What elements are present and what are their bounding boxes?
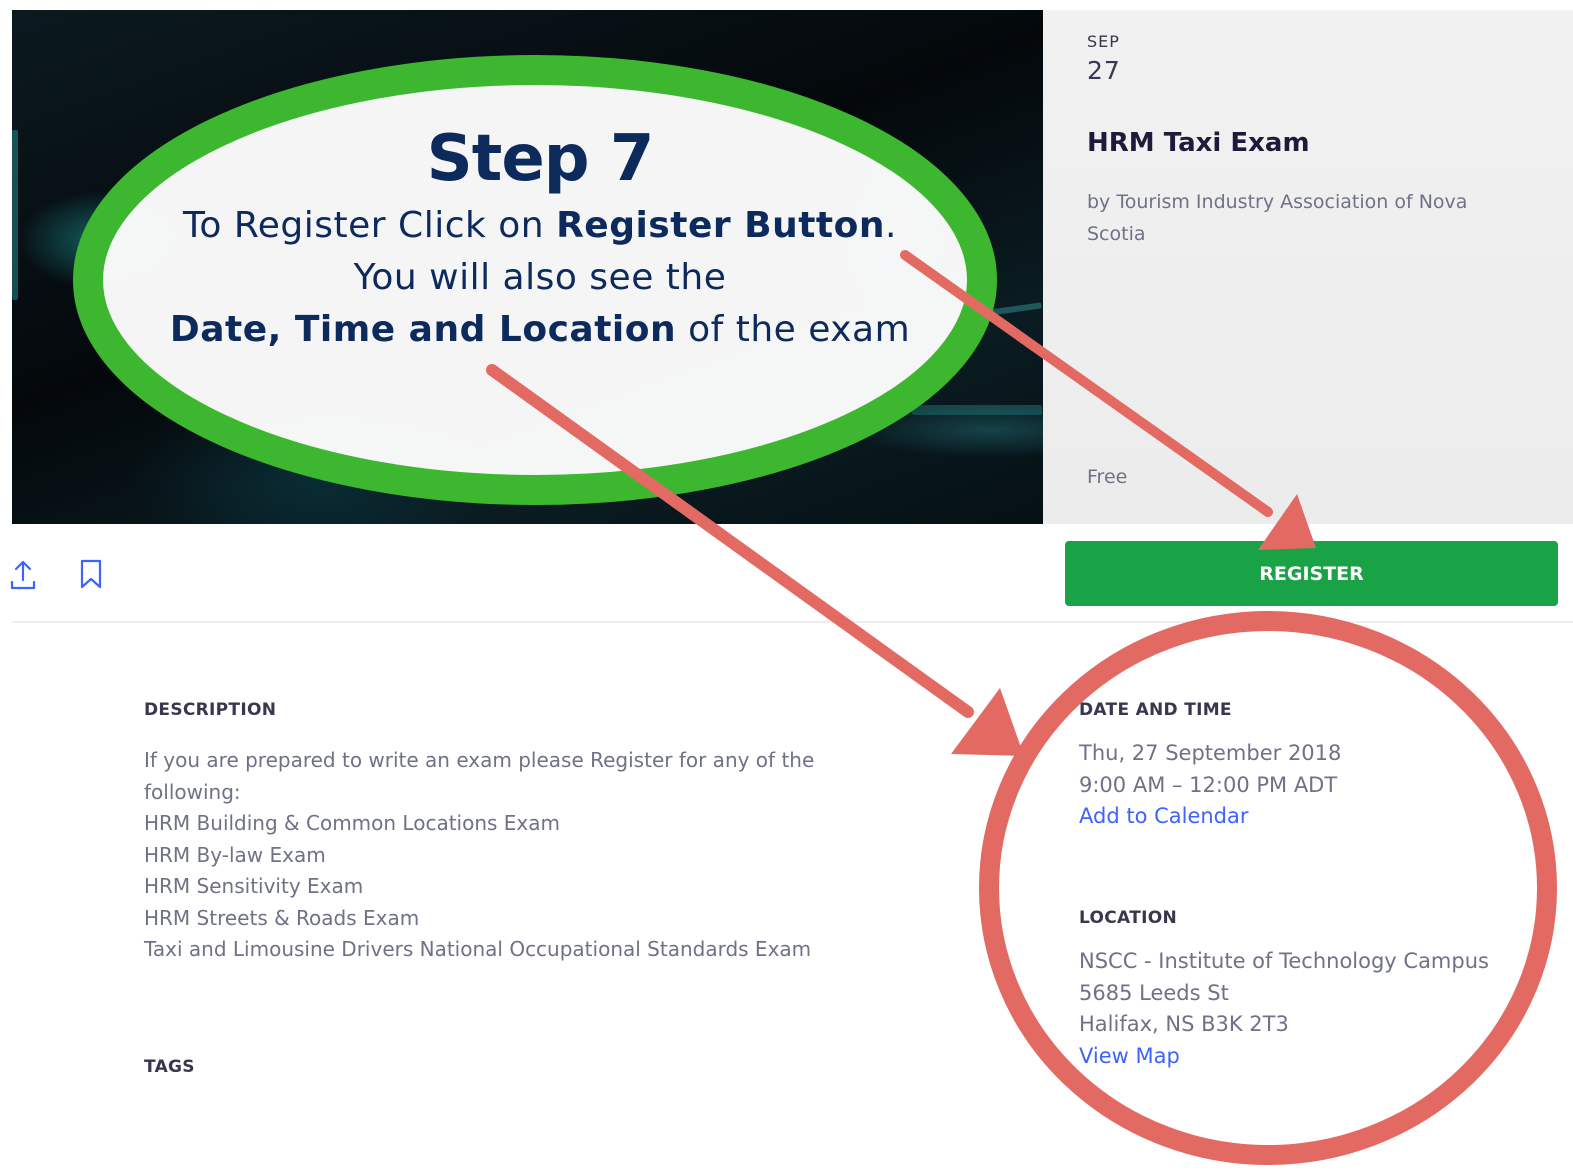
description-item: HRM Building & Common Locations Exam (144, 811, 561, 835)
register-button[interactable]: REGISTER (1065, 541, 1558, 606)
divider (12, 621, 1573, 623)
event-month: SEP (1087, 32, 1120, 51)
description-item: HRM By-law Exam (144, 842, 326, 867)
event-title: HRM Taxi Exam (1087, 128, 1310, 158)
instruction-register-button-phrase: Register Button (556, 205, 885, 246)
description-intro: If you are prepared to write an exam ple… (144, 748, 815, 804)
description-item: Taxi and Limousine Drivers National Occu… (144, 937, 812, 961)
description-body: If you are prepared to write an exam ple… (144, 745, 864, 966)
callout-text: Step 7 To Register Click on Register But… (90, 118, 990, 356)
event-page: SEP 27 HRM Taxi Exam by Tourism Industry… (0, 0, 1573, 1175)
event-summary-panel: SEP 27 HRM Taxi Exam by Tourism Industry… (1043, 10, 1573, 524)
instruction-date-time-location-phrase: Date, Time and Location (169, 309, 677, 350)
add-to-calendar-link[interactable]: Add to Calendar (1079, 801, 1341, 833)
event-day: 27 (1087, 56, 1121, 85)
event-organizer[interactable]: by Tourism Industry Association of Nova … (1087, 186, 1527, 250)
event-time: 9:00 AM – 12:00 PM ADT (1079, 772, 1338, 797)
instruction-line2: You will also see the (353, 257, 727, 298)
event-price: Free (1087, 466, 1128, 488)
description-heading: DESCRIPTION (144, 700, 277, 720)
highlight-circle (979, 611, 1557, 1165)
event-date: Thu, 27 September 2018 (1079, 741, 1342, 765)
location-venue: NSCC - Institute of Technology Campus (1079, 949, 1489, 973)
description-item: HRM Sensitivity Exam (144, 874, 364, 898)
share-icon[interactable] (8, 558, 38, 592)
location-body: NSCC - Institute of Technology Campus 56… (1079, 946, 1489, 1072)
date-time-heading: DATE AND TIME (1079, 700, 1232, 720)
location-city: Halifax, NS B3K 2T3 (1079, 1012, 1289, 1036)
date-time-body: Thu, 27 September 2018 9:00 AM – 12:00 P… (1079, 738, 1341, 833)
tags-heading: TAGS (144, 1057, 195, 1077)
instruction-line1-pre: To Register Click on (183, 205, 557, 246)
instruction-line3-post: of the exam (676, 309, 911, 350)
bookmark-icon[interactable] (78, 558, 104, 590)
instruction-line1-post: . (885, 205, 897, 246)
description-item: HRM Streets & Roads Exam (144, 905, 420, 930)
view-map-link[interactable]: View Map (1079, 1041, 1489, 1073)
instruction-text: To Register Click on Register Button. Yo… (90, 200, 990, 356)
location-street: 5685 Leeds St (1079, 980, 1229, 1005)
step-title: Step 7 (426, 122, 655, 196)
location-heading: LOCATION (1079, 908, 1177, 928)
